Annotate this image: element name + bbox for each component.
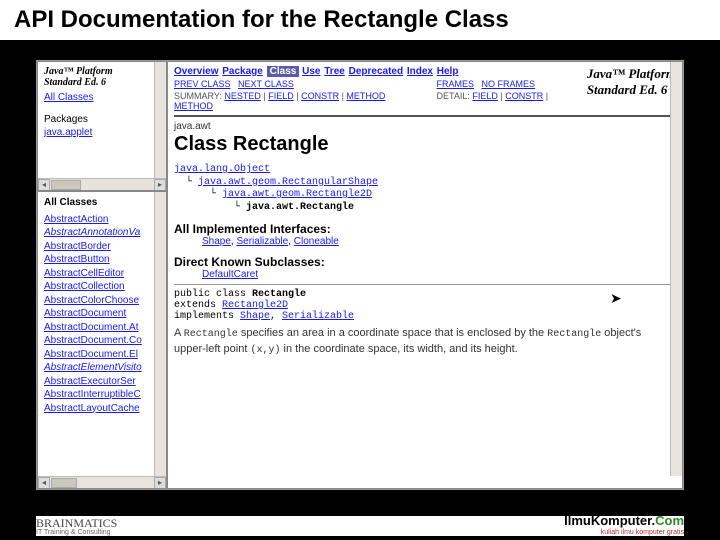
- ilmukomputer-logo: IlmuKomputer.Com kuliah ilmu komputer gr…: [564, 512, 684, 536]
- all-classes-header: All Classes: [44, 196, 160, 210]
- noframes-link[interactable]: NO FRAMES: [482, 79, 536, 89]
- class-link[interactable]: AbstractDocument: [44, 308, 126, 319]
- prev-class-link[interactable]: PREV CLASS: [174, 79, 231, 89]
- scroll-right-icon[interactable]: ▸: [154, 179, 166, 191]
- class-title: Class Rectangle: [174, 133, 676, 156]
- class-link[interactable]: AbstractAnnotationVa: [44, 227, 140, 238]
- known-subclasses-header: Direct Known Subclasses:: [174, 255, 676, 269]
- nav-help[interactable]: Help: [437, 66, 459, 77]
- scrollbar-h[interactable]: ◂ ▸: [38, 178, 166, 190]
- class-link[interactable]: AbstractInterruptibleC: [44, 389, 141, 400]
- scrollbar-h[interactable]: ◂ ▸: [38, 476, 166, 488]
- slide-footer: BRAINMATICS IT Training & Consulting Ilm…: [36, 516, 684, 536]
- slide-title: API Documentation for the Rectangle Clas…: [0, 0, 720, 40]
- platform-header: Java™ Platform Standard Ed. 6: [44, 66, 160, 88]
- nav-deprecated[interactable]: Deprecated: [349, 66, 403, 77]
- scroll-right-icon[interactable]: ▸: [154, 477, 166, 489]
- all-classes-pane: All Classes AbstractAction AbstractAnnot…: [37, 191, 167, 489]
- class-link[interactable]: AbstractColorChoose: [44, 295, 139, 306]
- package-name: java.awt: [174, 121, 676, 132]
- implements-link[interactable]: Serializable: [282, 311, 354, 322]
- interface-link[interactable]: Cloneable: [294, 236, 339, 247]
- class-declaration: public class Rectangle extends Rectangle…: [174, 289, 676, 322]
- class-link[interactable]: AbstractCollection: [44, 281, 125, 292]
- nav-package[interactable]: Package: [222, 66, 263, 77]
- class-link[interactable]: AbstractBorder: [44, 241, 111, 252]
- summary-link[interactable]: FIELD: [268, 91, 294, 101]
- class-link[interactable]: AbstractAction: [44, 214, 108, 225]
- class-link[interactable]: AbstractExecutorSer: [44, 376, 136, 387]
- detail-link[interactable]: CONSTR: [505, 91, 543, 101]
- frames-link[interactable]: FRAMES: [437, 79, 475, 89]
- detail-link[interactable]: FIELD: [472, 91, 498, 101]
- top-nav: Overview Package Class Use Tree Deprecat…: [174, 66, 676, 77]
- packages-label: Packages: [44, 113, 160, 127]
- implemented-interfaces-header: All Implemented Interfaces:: [174, 222, 676, 236]
- nav-use[interactable]: Use: [302, 66, 320, 77]
- scroll-left-icon[interactable]: ◂: [38, 477, 50, 489]
- class-link[interactable]: AbstractButton: [44, 254, 110, 265]
- nav-tree[interactable]: Tree: [324, 66, 345, 77]
- detail-link[interactable]: METHOD: [174, 101, 213, 111]
- nav-class[interactable]: Class: [267, 66, 300, 77]
- inheritance-tree: java.lang.Object └ java.awt.geom.Rectang…: [174, 164, 676, 214]
- class-link[interactable]: AbstractElementVisito: [44, 362, 142, 373]
- tree-link[interactable]: java.awt.geom.Rectangle2D: [222, 189, 372, 200]
- tree-link[interactable]: java.awt.geom.RectangularShape: [198, 177, 378, 188]
- left-column: Java™ Platform Standard Ed. 6 All Classe…: [37, 61, 167, 489]
- interface-link[interactable]: Serializable: [236, 236, 288, 247]
- summary-link[interactable]: CONSTR: [301, 91, 339, 101]
- detail-pane: Overview Package Class Use Tree Deprecat…: [167, 61, 683, 489]
- class-link[interactable]: AbstractDocument.Co: [44, 335, 142, 346]
- summary-link[interactable]: NESTED: [224, 91, 261, 101]
- scrollbar-v[interactable]: [154, 62, 166, 178]
- packages-pane: Java™ Platform Standard Ed. 6 All Classe…: [37, 61, 167, 191]
- subclass-link[interactable]: DefaultCaret: [202, 269, 258, 280]
- tree-link[interactable]: java.lang.Object: [174, 164, 270, 175]
- platform-header-right: Java™ PlatformStandard Ed. 6: [587, 66, 676, 98]
- extends-link[interactable]: Rectangle2D: [222, 300, 288, 311]
- nav-index[interactable]: Index: [407, 66, 433, 77]
- class-link[interactable]: AbstractLayoutCache: [44, 403, 140, 414]
- class-link[interactable]: AbstractCellEditor: [44, 268, 124, 279]
- scrollbar-v[interactable]: [154, 192, 166, 476]
- brainmatics-logo: BRAINMATICS IT Training & Consulting: [36, 516, 117, 536]
- class-description: A Rectangle specifies an area in a coord…: [174, 326, 676, 357]
- all-classes-link[interactable]: All Classes: [44, 92, 93, 103]
- interface-link[interactable]: Shape: [202, 236, 231, 247]
- implements-link[interactable]: Shape: [240, 311, 270, 322]
- summary-link[interactable]: METHOD: [346, 91, 385, 101]
- scroll-left-icon[interactable]: ◂: [38, 179, 50, 191]
- javadoc-screenshot: Java™ Platform Standard Ed. 6 All Classe…: [36, 60, 684, 490]
- tree-current: java.awt.Rectangle: [246, 202, 354, 213]
- next-class-link[interactable]: NEXT CLASS: [238, 79, 294, 89]
- scrollbar-v[interactable]: [670, 62, 682, 476]
- class-link[interactable]: AbstractDocument.At: [44, 322, 138, 333]
- nav-overview[interactable]: Overview: [174, 66, 218, 77]
- class-link[interactable]: AbstractDocument.El: [44, 349, 138, 360]
- package-link[interactable]: java.applet: [44, 127, 92, 138]
